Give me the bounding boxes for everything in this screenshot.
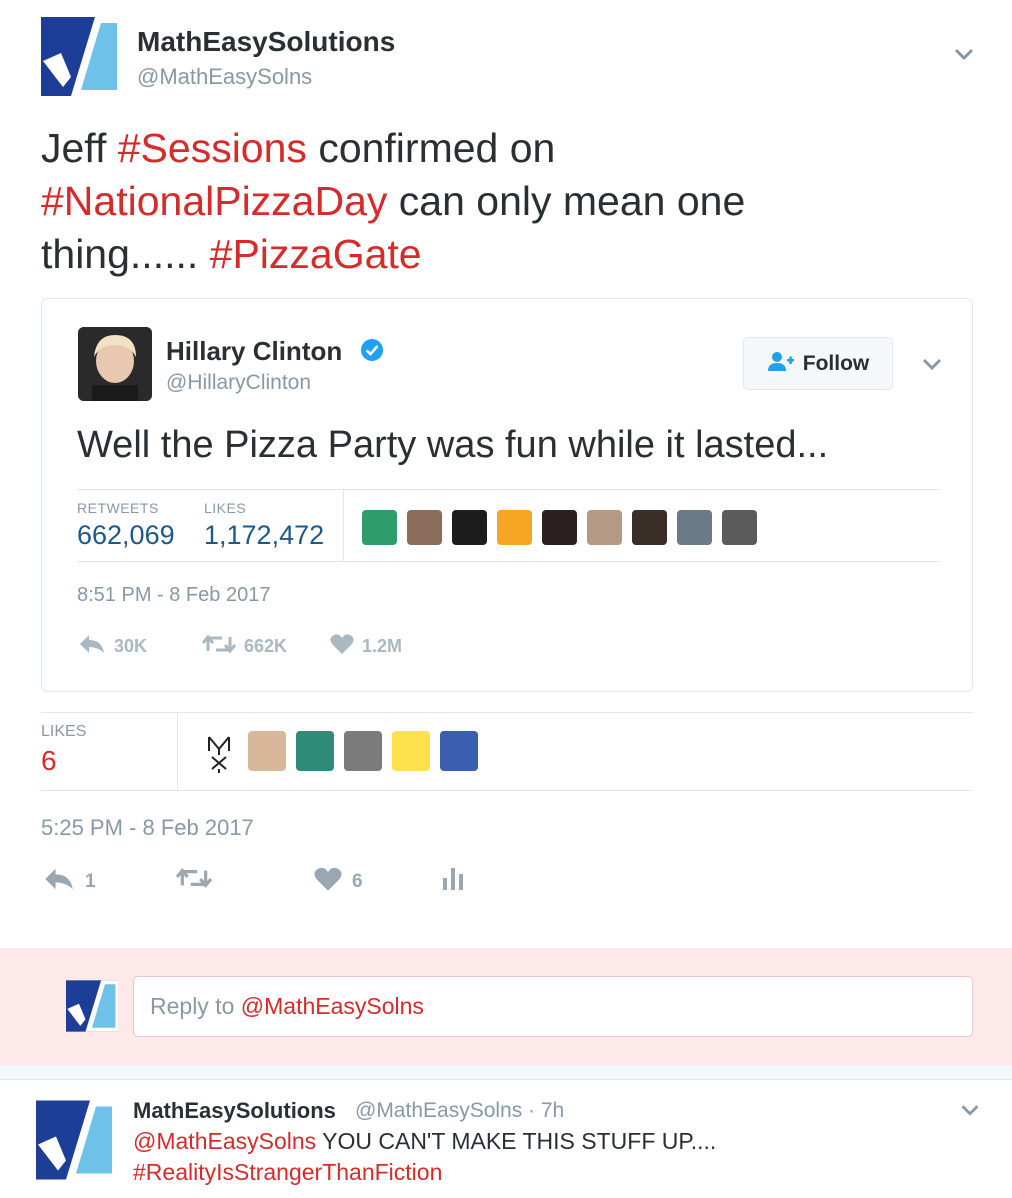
analytics-action[interactable] (441, 866, 465, 898)
like-count: 6 (352, 871, 363, 892)
tweet-text-part: thing...... (41, 231, 210, 277)
liker-avatar[interactable] (248, 731, 286, 771)
like-count: 1.2M (362, 636, 403, 656)
quoted-tweet-text: Well the Pizza Party was fun while it la… (77, 424, 829, 466)
quoted-author-handle[interactable]: @HillaryClinton (166, 371, 311, 395)
quoted-like-action[interactable]: 1.2M (330, 633, 402, 660)
likes-count[interactable]: 6 (41, 745, 57, 777)
liker-avatar[interactable] (632, 510, 667, 545)
divider (177, 713, 178, 790)
liker-avatar[interactable] (722, 510, 757, 545)
mention-link[interactable]: @MathEasySolns (133, 1128, 316, 1154)
author-handle[interactable]: @MathEasySolns (137, 64, 312, 90)
analytics-icon (441, 866, 465, 898)
chevron-down-icon[interactable] (950, 40, 978, 68)
tweet-text-part: Jeff (41, 125, 118, 171)
reply-count: 30K (114, 636, 148, 656)
divider (77, 561, 941, 562)
liker-avatar[interactable] (362, 510, 397, 545)
heart-icon (314, 866, 342, 898)
verified-badge-icon (360, 338, 384, 362)
reply-placeholder-prefix: Reply to (150, 993, 241, 1019)
liker-avatar[interactable] (677, 510, 712, 545)
like-action[interactable]: 6 (314, 866, 363, 898)
tweet-text: Jeff #Sessions confirmed on #NationalPiz… (41, 122, 941, 281)
retweet-icon (201, 633, 237, 660)
quoted-timestamp[interactable]: 8:51 PM - 8 Feb 2017 (77, 584, 270, 607)
likes-count[interactable]: 1,172,472 (204, 520, 324, 551)
liker-avatar[interactable] (587, 510, 622, 545)
reply-author-avatar-logo[interactable] (36, 1100, 116, 1180)
reply-author-name[interactable]: MathEasySolutions (133, 1098, 336, 1124)
hashtag-link[interactable]: #NationalPizzaDay (41, 178, 387, 224)
liker-logo-icon[interactable] (204, 735, 234, 773)
author-avatar-logo[interactable] (41, 17, 121, 96)
quoted-reply-action[interactable]: 30K (78, 633, 147, 660)
reply-tweet-text: @MathEasySolns YOU CAN'T MAKE THIS STUFF… (133, 1128, 716, 1155)
retweet-icon (175, 866, 213, 896)
divider (41, 790, 973, 791)
retweets-count[interactable]: 662,069 (77, 520, 175, 551)
follow-button[interactable]: Follow (743, 337, 893, 390)
separator (0, 1065, 1012, 1079)
liker-avatar[interactable] (440, 731, 478, 771)
likes-label: LIKES (41, 723, 87, 740)
reply-author-meta[interactable]: @MathEasySolns · 7h (355, 1099, 564, 1123)
liker-avatar[interactable] (452, 510, 487, 545)
quoted-retweet-action[interactable]: 662K (201, 633, 288, 660)
current-user-avatar-logo[interactable] (66, 980, 118, 1032)
author-name[interactable]: MathEasySolutions (137, 26, 395, 58)
follow-user-icon (767, 350, 795, 378)
follow-label: Follow (802, 351, 870, 375)
tweet-text-part: confirmed on (306, 125, 556, 171)
retweet-count: 662K (244, 636, 288, 656)
reply-placeholder-handle: @MathEasySolns (240, 993, 424, 1019)
reply-text: YOU CAN'T MAKE THIS STUFF UP.... (316, 1128, 717, 1154)
liker-avatar[interactable] (392, 731, 430, 771)
tweet-timestamp[interactable]: 5:25 PM - 8 Feb 2017 (41, 815, 254, 841)
divider (0, 1079, 1012, 1080)
divider (41, 712, 973, 713)
heart-icon (330, 633, 354, 660)
reply-count: 1 (85, 871, 96, 892)
reply-icon (43, 866, 75, 898)
divider (77, 489, 941, 490)
liker-avatar[interactable] (407, 510, 442, 545)
chevron-down-icon[interactable] (918, 350, 946, 378)
hashtag-link[interactable]: #Sessions (118, 125, 307, 171)
tweet-text-part: can only mean one (387, 178, 746, 224)
liker-avatar[interactable] (344, 731, 382, 771)
quoted-author-name[interactable]: Hillary Clinton (166, 336, 342, 367)
retweet-action[interactable] (175, 866, 213, 896)
likes-label: LIKES (204, 500, 247, 516)
liker-avatar[interactable] (296, 731, 334, 771)
hashtag-link[interactable]: #RealityIsStrangerThanFiction (133, 1159, 442, 1186)
reply-action[interactable]: 1 (43, 866, 96, 898)
chevron-down-icon[interactable] (957, 1097, 983, 1123)
reply-icon (78, 633, 106, 660)
divider (343, 490, 344, 561)
liker-avatar[interactable] (542, 510, 577, 545)
quoted-author-avatar[interactable] (78, 327, 152, 401)
hashtag-link[interactable]: #PizzaGate (210, 231, 422, 277)
liker-avatar[interactable] (497, 510, 532, 545)
reply-placeholder[interactable]: Reply to @MathEasySolns (150, 993, 424, 1020)
retweets-label: RETWEETS (77, 500, 159, 516)
